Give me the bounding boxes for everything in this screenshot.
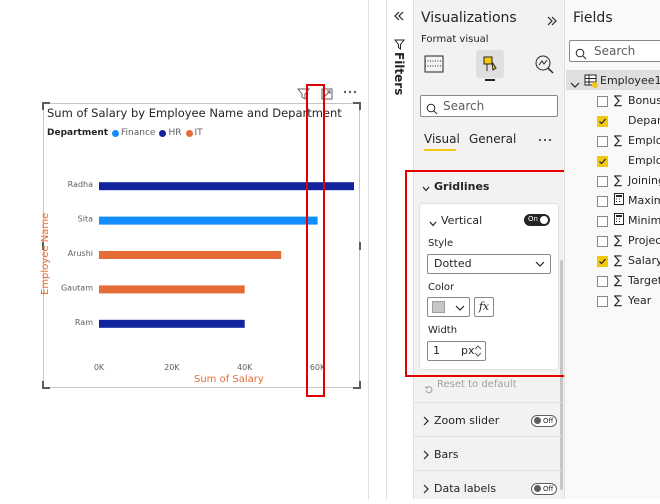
field-checkbox[interactable]: [597, 96, 608, 107]
y-tick-label: Arushi: [68, 249, 93, 258]
x-tick-label: 0K: [94, 363, 105, 372]
bar-gautam-it[interactable]: [99, 285, 245, 294]
y-tick-label: Sita: [78, 215, 93, 224]
sigma-icon: ∑: [614, 293, 623, 307]
field-name: Year: [628, 294, 652, 307]
annotation-highlight-60k: [306, 84, 325, 397]
field-checkbox[interactable]: [597, 156, 608, 167]
field-checkbox[interactable]: [597, 136, 608, 147]
filters-label[interactable]: Filters: [392, 52, 406, 95]
field-checkbox[interactable]: [597, 296, 608, 307]
chevron-right-icon: [423, 450, 429, 460]
format-visual-icon[interactable]: [476, 50, 504, 78]
field-checkbox[interactable]: [597, 116, 608, 127]
field-name: Salary: [628, 254, 660, 267]
analytics-icon[interactable]: [530, 50, 558, 78]
field-checkbox[interactable]: [597, 236, 608, 247]
calculator-icon: [614, 193, 624, 208]
sigma-icon: ∑: [614, 253, 623, 267]
tab-visual-underline: [424, 149, 456, 151]
table-icon: [584, 73, 598, 92]
search-icon: [426, 100, 438, 119]
visualizations-title: Visualizations: [421, 10, 517, 26]
x-tick-label: 20K: [164, 363, 180, 372]
sigma-icon: ∑: [614, 93, 623, 107]
format-visual-label: Format visual: [421, 34, 489, 45]
field-name: Targett: [628, 274, 660, 287]
build-visual-icon[interactable]: [420, 50, 448, 78]
field-name: Minim: [628, 214, 660, 227]
field-name: Bonus: [628, 94, 660, 107]
section-zoom-slider[interactable]: Zoom slider Off: [414, 402, 564, 436]
reset-to-default-link[interactable]: Reset to default: [437, 379, 517, 390]
zoom-slider-toggle[interactable]: Off: [531, 415, 557, 427]
y-tick-label: Ram: [75, 318, 93, 327]
field-checkbox[interactable]: [597, 196, 608, 207]
sigma-icon: ∑: [614, 173, 623, 187]
section-bars[interactable]: Bars: [414, 436, 564, 470]
y-axis-title: Employee Name: [40, 212, 51, 295]
field-checkbox[interactable]: [597, 176, 608, 187]
chevron-right-icon: [423, 416, 429, 426]
x-tick-label: 40K: [237, 363, 253, 372]
bar-ram-hr[interactable]: [99, 319, 245, 328]
sigma-icon: ∑: [614, 273, 623, 287]
more-options-icon[interactable]: [538, 130, 552, 149]
fields-title: Fields: [573, 10, 613, 26]
expand-chevron-icon[interactable]: [546, 12, 558, 31]
bar-arushi-it[interactable]: [99, 251, 282, 259]
table-name: Employee1: [600, 74, 660, 87]
sigma-icon: ∑: [614, 233, 623, 247]
field-name: Joining: [628, 174, 660, 187]
field-checkbox[interactable]: [597, 256, 608, 267]
data-labels-toggle[interactable]: Off: [531, 483, 557, 495]
reset-icon: [424, 380, 434, 399]
field-checkbox[interactable]: [597, 216, 608, 227]
search-icon: [575, 45, 587, 64]
field-name: Depart: [628, 114, 660, 127]
bar-sita-finance[interactable]: [99, 216, 318, 225]
y-tick-label: Gautam: [61, 283, 93, 292]
collapse-chevron-icon[interactable]: [393, 10, 405, 26]
tab-general[interactable]: General: [469, 132, 516, 146]
chevron-right-icon: [423, 484, 429, 494]
field-name: Employ: [628, 134, 660, 147]
field-name: Maxim: [628, 194, 660, 207]
field-name: Project: [628, 234, 660, 247]
x-axis-title: Sum of Salary: [194, 374, 264, 385]
more-options-icon[interactable]: [343, 86, 357, 101]
calculator-icon: [614, 213, 624, 228]
annotation-highlight-gridlines: [405, 170, 571, 377]
canvas-divider: [368, 0, 369, 499]
viz-search-input[interactable]: Search: [420, 95, 558, 117]
y-tick-label: Radha: [68, 180, 93, 189]
field-name: Employ: [628, 154, 660, 167]
chevron-down-icon[interactable]: [570, 75, 580, 94]
format-tab-indicator: [485, 79, 495, 81]
sigma-icon: ∑: [614, 133, 623, 147]
tab-visual[interactable]: Visual: [424, 132, 460, 146]
field-checkbox[interactable]: [597, 276, 608, 287]
